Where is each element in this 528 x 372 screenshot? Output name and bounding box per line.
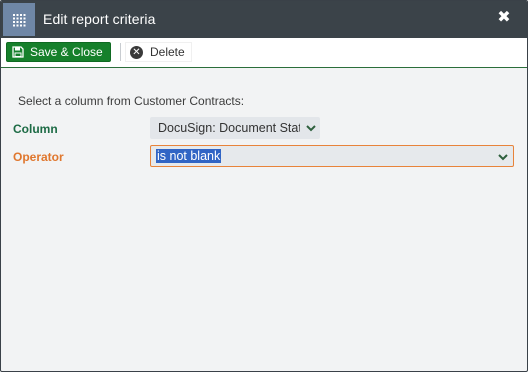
dialog-toolbar: Save & Close ✕ Delete — [1, 38, 527, 68]
operator-select-value: is not blank — [156, 149, 222, 163]
delete-label: Delete — [150, 45, 185, 59]
column-select-value: DocuSign: Document Status — [158, 121, 300, 135]
operator-select[interactable]: is not blank — [150, 145, 514, 167]
dialog-title: Edit report criteria — [43, 11, 156, 27]
criteria-form: Select a column from Customer Contracts:… — [1, 69, 527, 371]
column-select[interactable]: DocuSign: Document Status — [150, 117, 320, 139]
operator-label: Operator — [13, 150, 64, 164]
grid-icon — [3, 3, 35, 36]
delete-button[interactable]: ✕ Delete — [125, 42, 192, 62]
chevron-down-icon — [306, 125, 316, 132]
dialog-titlebar: Edit report criteria ✖ — [1, 1, 527, 38]
chevron-down-icon — [498, 154, 508, 161]
save-and-close-label: Save & Close — [30, 45, 103, 59]
instruction-text: Select a column from Customer Contracts: — [18, 94, 245, 108]
save-and-close-button[interactable]: Save & Close — [6, 42, 111, 62]
x-circle-icon: ✕ — [130, 45, 143, 59]
toolbar-divider — [120, 43, 121, 61]
floppy-disk-icon — [12, 46, 24, 58]
edit-report-criteria-dialog: Edit report criteria ✖ Save & Close ✕ De… — [0, 0, 528, 372]
column-label: Column — [13, 122, 58, 136]
close-icon[interactable]: ✖ — [497, 10, 511, 26]
